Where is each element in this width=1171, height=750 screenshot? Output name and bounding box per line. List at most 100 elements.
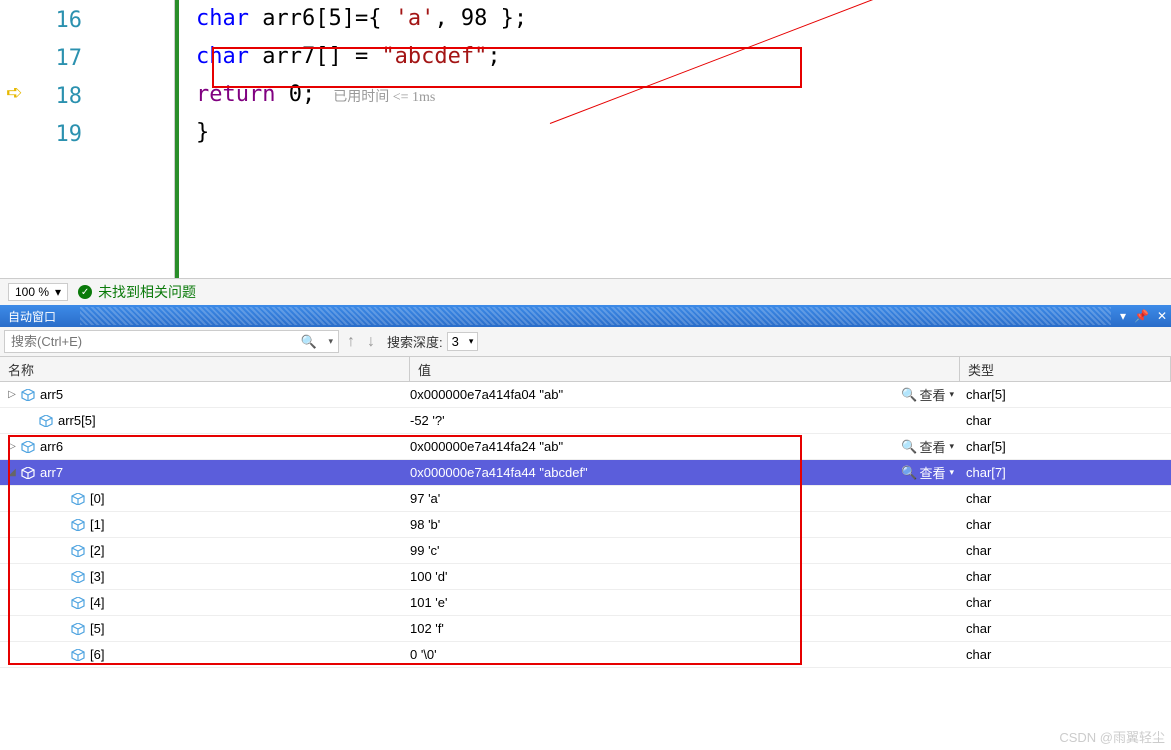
variable-value[interactable]: 101 'e' [410, 595, 448, 610]
variable-name: [0] [90, 491, 104, 506]
variable-type: char[7] [960, 465, 1171, 480]
perf-hint: 已用时间 <= 1ms [333, 90, 435, 105]
code-change-gutter [174, 0, 179, 278]
magnifier-icon: 🔍 [901, 439, 917, 455]
table-row[interactable]: [5] 102 'f' char [0, 616, 1171, 642]
table-row[interactable]: [0] 97 'a' char [0, 486, 1171, 512]
variable-icon [70, 571, 86, 583]
table-row[interactable]: ▷ arr6 0x000000e7a414fa24 "ab" 🔍查看▾ char[5] [0, 434, 1171, 460]
variable-icon [70, 597, 86, 609]
chevron-down-icon: ▾ [949, 467, 954, 478]
variable-value[interactable]: 99 'c' [410, 543, 440, 558]
variable-type: char [960, 517, 1171, 532]
variable-type: char [960, 413, 1171, 428]
variable-type: char [960, 569, 1171, 584]
autos-panel-header[interactable]: 自动窗口 ▾ 📌 ✕ [0, 305, 1171, 327]
search-dropdown-icon[interactable]: ▾ [328, 336, 333, 347]
line-number-gutter: 16 17 18 19 [40, 0, 96, 278]
visualizer-button[interactable]: 🔍查看▾ [901, 385, 954, 404]
prev-result-button[interactable]: ↑ [343, 331, 359, 353]
next-result-button[interactable]: ↓ [363, 331, 379, 353]
variable-name: arr7 [40, 465, 63, 480]
variable-icon [70, 545, 86, 557]
chevron-down-icon: ▾ [55, 285, 61, 299]
check-icon: ✓ [78, 285, 92, 299]
code-content[interactable]: char arr6[5]={ 'a', 98 }; char arr7[] = … [96, 0, 1171, 152]
variable-value[interactable]: 100 'd' [410, 569, 448, 584]
variable-value[interactable]: 98 'b' [410, 517, 440, 532]
magnifier-icon: 🔍 [901, 465, 917, 481]
column-header-value[interactable]: 值 [410, 357, 960, 381]
table-row[interactable]: [6] 0 '\0' char [0, 642, 1171, 668]
table-row[interactable]: arr5[5] -52 '?' char [0, 408, 1171, 434]
chevron-down-icon: ▾ [949, 389, 954, 400]
variable-type: char [960, 595, 1171, 610]
variable-name: [5] [90, 621, 104, 636]
breakpoint-margin[interactable]: ➪ [0, 0, 40, 278]
issues-status[interactable]: ✓ 未找到相关问题 [78, 282, 196, 302]
variable-value[interactable]: -52 '?' [410, 413, 445, 428]
expander-icon[interactable]: ◢ [4, 467, 20, 478]
code-line-16[interactable]: char arr6[5]={ 'a', 98 }; [196, 0, 1171, 38]
variable-name: [1] [90, 517, 104, 532]
variable-icon [20, 467, 36, 479]
variable-type: char[5] [960, 439, 1171, 454]
table-row[interactable]: ◢ arr7 0x000000e7a414fa44 "abcdef" 🔍查看▾ char… [0, 460, 1171, 486]
variable-type: char [960, 621, 1171, 636]
variable-icon [20, 389, 36, 401]
search-depth-dropdown[interactable]: 3▾ [447, 332, 479, 351]
variable-icon [70, 519, 86, 531]
expander-icon[interactable]: ▷ [4, 441, 20, 452]
panel-title: 自动窗口 [8, 308, 56, 325]
variable-value[interactable]: 102 'f' [410, 621, 444, 636]
table-row[interactable]: ▷ arr5 0x000000e7a414fa04 "ab" 🔍查看▾ char[5] [0, 382, 1171, 408]
column-header-type[interactable]: 类型 [960, 357, 1171, 381]
code-line-17[interactable]: char arr7[] = "abcdef"; [196, 38, 1171, 76]
editor-status-bar: 100 %▾ ✓ 未找到相关问题 [0, 278, 1171, 305]
table-row[interactable]: [1] 98 'b' char [0, 512, 1171, 538]
visualizer-button[interactable]: 🔍查看▾ [901, 463, 954, 482]
execution-pointer-icon: ➪ [6, 80, 23, 105]
window-position-icon[interactable]: ▾ [1120, 309, 1126, 323]
watermark: CSDN @雨翼轻尘 [1059, 727, 1165, 746]
pin-icon[interactable]: 📌 [1134, 309, 1149, 323]
code-line-19[interactable]: } [196, 114, 1171, 152]
variable-icon [70, 493, 86, 505]
variable-value[interactable]: 0x000000e7a414fa24 "ab" [410, 439, 563, 454]
table-row[interactable]: [3] 100 'd' char [0, 564, 1171, 590]
variable-value[interactable]: 0x000000e7a414fa04 "ab" [410, 387, 563, 402]
variable-name: arr6 [40, 439, 63, 454]
panel-grip[interactable] [80, 307, 1111, 325]
variable-type: char [960, 543, 1171, 558]
code-editor[interactable]: ➪ 16 17 18 19 char arr6[5]={ 'a', 98 }; … [0, 0, 1171, 278]
variable-name: arr5 [40, 387, 63, 402]
code-line-18[interactable]: return 0;已用时间 <= 1ms [196, 76, 1171, 114]
variable-type: char [960, 647, 1171, 662]
table-row[interactable]: [2] 99 'c' char [0, 538, 1171, 564]
close-icon[interactable]: ✕ [1157, 309, 1167, 323]
variable-type: char [960, 491, 1171, 506]
search-icon[interactable]: 🔍 [301, 334, 317, 350]
variable-type: char[5] [960, 387, 1171, 402]
variable-value[interactable]: 0x000000e7a414fa44 "abcdef" [410, 465, 588, 480]
autos-toolbar: 🔍 ▾ ↑ ↓ 搜索深度: 3▾ [0, 327, 1171, 357]
variable-name: [2] [90, 543, 104, 558]
variable-name: [3] [90, 569, 104, 584]
grid-header: 名称 值 类型 [0, 357, 1171, 382]
chevron-down-icon: ▾ [469, 336, 474, 347]
zoom-dropdown[interactable]: 100 %▾ [8, 283, 68, 301]
search-input[interactable] [4, 330, 339, 353]
column-header-name[interactable]: 名称 [0, 357, 410, 381]
variable-value[interactable]: 97 'a' [410, 491, 440, 506]
variable-name: [6] [90, 647, 104, 662]
variable-name: arr5[5] [58, 413, 96, 428]
search-depth-label: 搜索深度: [387, 332, 443, 351]
expander-icon[interactable]: ▷ [4, 389, 20, 400]
visualizer-button[interactable]: 🔍查看▾ [901, 437, 954, 456]
table-row[interactable]: [4] 101 'e' char [0, 590, 1171, 616]
variable-value[interactable]: 0 '\0' [410, 647, 437, 662]
magnifier-icon: 🔍 [901, 387, 917, 403]
variable-name: [4] [90, 595, 104, 610]
variable-icon [38, 415, 54, 427]
variable-icon [20, 441, 36, 453]
